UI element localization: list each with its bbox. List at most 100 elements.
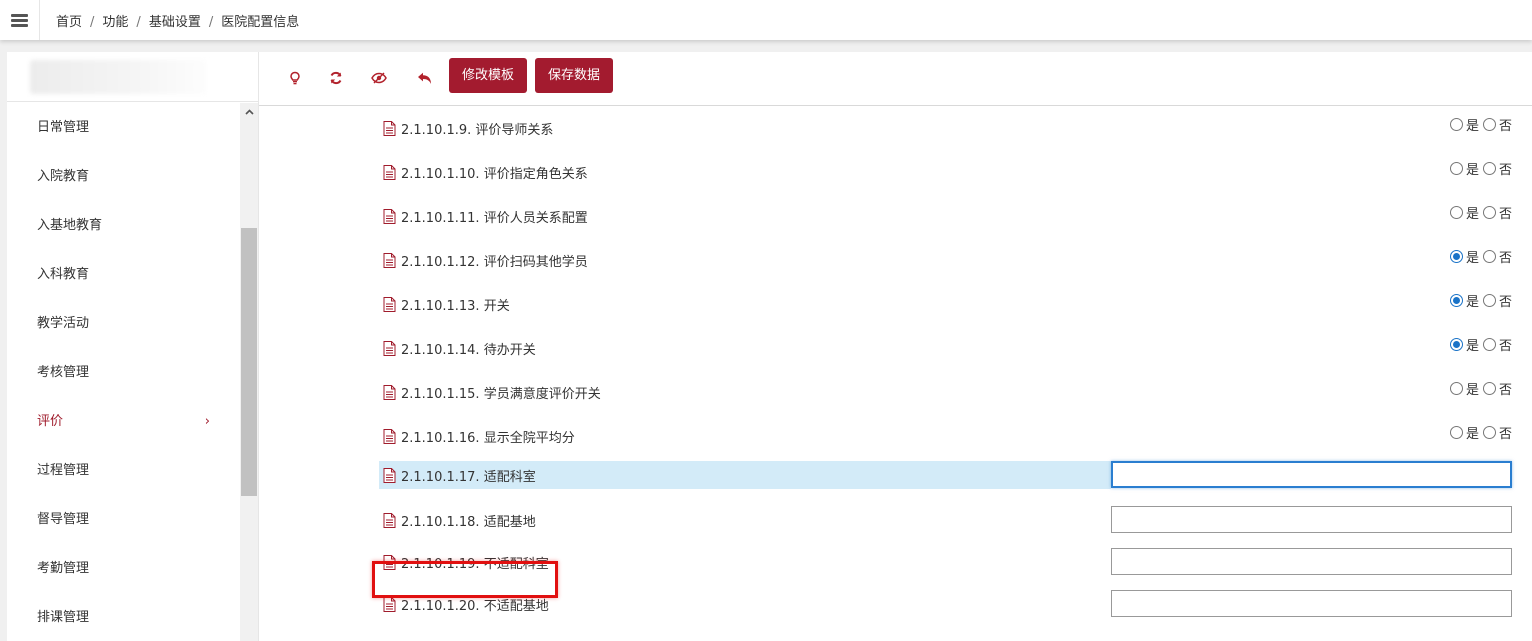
radio-yes[interactable] [1449, 162, 1463, 175]
sidebar-item-label: 入院教育 [37, 169, 90, 184]
radio-no-label[interactable]: 否 [1499, 335, 1512, 354]
radio-no-label[interactable]: 否 [1499, 159, 1512, 178]
yes-no-radio-group: 是否 [1449, 159, 1512, 178]
radio-no[interactable] [1482, 294, 1496, 307]
hamburger-icon [11, 13, 28, 27]
save-data-button[interactable]: 保存数据 [535, 58, 614, 93]
config-text-input[interactable] [1111, 590, 1512, 617]
config-text-input[interactable] [1111, 461, 1512, 488]
radio-yes-label[interactable]: 是 [1466, 115, 1479, 134]
config-text-input[interactable] [1111, 506, 1512, 533]
config-row: 2.1.10.1.16. 显示全院平均分是否 [259, 415, 1532, 459]
radio-yes-label[interactable]: 是 [1466, 291, 1479, 310]
config-label: 2.1.10.1.9. 评价导师关系 [401, 122, 554, 138]
yes-no-radio-group: 是否 [1449, 203, 1512, 222]
document-icon [383, 512, 396, 528]
config-label-wrap: 2.1.10.1.11. 评价人员关系配置 [379, 202, 588, 230]
sidebar-item[interactable]: 考勤管理 [7, 544, 240, 593]
radio-yes-label[interactable]: 是 [1466, 335, 1479, 354]
lightbulb-icon[interactable] [283, 66, 307, 90]
breadcrumb-function[interactable]: 功能 [102, 15, 128, 30]
sidebar-scrollbar[interactable] [240, 103, 258, 641]
config-row: 2.1.10.1.9. 评价导师关系 是 否 [259, 107, 1532, 151]
radio-no[interactable] [1482, 426, 1496, 439]
sidebar-item[interactable]: 过程管理 [7, 446, 240, 495]
breadcrumb-current-page: 医院配置信息 [221, 15, 300, 30]
scrollbar-thumb[interactable] [241, 228, 257, 496]
config-label-wrap: 2.1.10.1.9. 评价导师关系 [379, 114, 553, 142]
config-label: 2.1.10.1.11. 评价人员关系配置 [401, 210, 588, 226]
config-label: 2.1.10.1.18. 适配基地 [401, 514, 536, 530]
config-label-wrap: 2.1.10.1.12. 评价扫码其他学员 [379, 246, 588, 274]
sidebar-item[interactable]: 日常管理 [7, 103, 240, 152]
radio-no[interactable] [1482, 118, 1496, 131]
sidebar-item[interactable]: 排课管理 [7, 593, 240, 641]
scroll-up-arrow-icon[interactable] [240, 103, 258, 121]
radio-no-label[interactable]: 否 [1499, 247, 1512, 266]
radio-yes-label[interactable]: 是 [1466, 159, 1479, 178]
radio-yes[interactable] [1449, 118, 1463, 131]
sidebar-item[interactable]: 入基地教育 [7, 201, 240, 250]
document-icon [383, 467, 396, 483]
config-label: 2.1.10.1.16. 显示全院平均分 [401, 430, 575, 446]
radio-no[interactable] [1482, 250, 1496, 263]
yes-no-radio-group: 是否 [1449, 291, 1512, 310]
radio-no[interactable] [1482, 338, 1496, 351]
sidebar-item[interactable]: 教学活动 [7, 299, 240, 348]
radio-yes[interactable] [1449, 426, 1463, 439]
radio-yes[interactable] [1449, 206, 1463, 219]
breadcrumb: 首页 / 功能 / 基础设置 / 医院配置信息 [56, 15, 300, 30]
edit-template-button[interactable]: 修改模板 [449, 58, 528, 93]
config-row: 2.1.10.1.10. 评价指定角色关系是否 [259, 151, 1532, 195]
config-label-wrap: 2.1.10.1.19. 不适配科室 [379, 548, 549, 576]
yes-no-radio-group: 是否 [1449, 423, 1512, 442]
config-row: 2.1.10.1.14. 待办开关是否 [259, 327, 1532, 371]
sidebar-item-label: 评价 [37, 414, 64, 429]
radio-no-label[interactable]: 否 [1499, 291, 1512, 310]
config-row: 2.1.10.1.13. 开关是否 [259, 283, 1532, 327]
radio-no[interactable] [1482, 382, 1496, 395]
radio-no[interactable] [1482, 206, 1496, 219]
sidebar-item-label: 考勤管理 [37, 561, 90, 576]
sidebar-item[interactable]: 考核管理 [7, 348, 240, 397]
logo-area [7, 52, 258, 102]
config-row: 2.1.10.1.18. 适配基地 [259, 502, 1532, 546]
toolbar: 修改模板 保存数据 [259, 52, 1532, 106]
sidebar-item-label: 过程管理 [37, 463, 90, 478]
radio-yes-label[interactable]: 是 [1466, 423, 1479, 442]
config-label-wrap: 2.1.10.1.10. 评价指定角色关系 [379, 158, 588, 186]
radio-yes-label[interactable]: 是 [1466, 379, 1479, 398]
sidebar-item[interactable]: 评价 › [7, 397, 240, 446]
radio-no-label[interactable]: 否 [1499, 203, 1512, 222]
sidebar-nav: 日常管理入院教育入基地教育入科教育教学活动 考核管理 评价 › 过程管理督导管理考勤管理… [7, 103, 240, 641]
logo [30, 60, 207, 94]
breadcrumb-basic-settings[interactable]: 基础设置 [149, 15, 201, 30]
radio-yes-label[interactable]: 是 [1466, 247, 1479, 266]
sidebar-item[interactable]: 入科教育 [7, 250, 240, 299]
sidebar-item[interactable]: 入院教育 [7, 152, 240, 201]
radio-yes[interactable] [1449, 382, 1463, 395]
document-icon [383, 296, 396, 312]
radio-yes[interactable] [1449, 294, 1463, 307]
config-label-wrap: 2.1.10.1.13. 开关 [379, 290, 510, 318]
radio-yes[interactable] [1449, 250, 1463, 263]
breadcrumb-home[interactable]: 首页 [56, 15, 82, 30]
sidebar-item-label: 排课管理 [37, 610, 90, 625]
radio-yes[interactable] [1449, 338, 1463, 351]
undo-icon[interactable] [412, 66, 436, 90]
config-text-input[interactable] [1111, 548, 1512, 575]
menu-toggle-button[interactable] [0, 0, 40, 40]
sidebar-item-label: 督导管理 [37, 512, 90, 527]
top-bar: 首页 / 功能 / 基础设置 / 医院配置信息 [0, 0, 1532, 40]
radio-no[interactable] [1482, 162, 1496, 175]
config-row: 2.1.10.1.17. 适配科室 [259, 457, 1532, 501]
sidebar-item[interactable]: 督导管理 [7, 495, 240, 544]
sidebar-item-label: 入科教育 [37, 267, 90, 282]
radio-no-label[interactable]: 否 [1499, 423, 1512, 442]
radio-yes-label[interactable]: 是 [1466, 203, 1479, 222]
radio-no-label[interactable]: 否 [1499, 379, 1512, 398]
refresh-icon[interactable] [324, 66, 348, 90]
hide-icon[interactable] [367, 66, 391, 90]
config-label: 2.1.10.1.17. 适配科室 [401, 469, 536, 485]
radio-no-label[interactable]: 否 [1499, 115, 1512, 134]
